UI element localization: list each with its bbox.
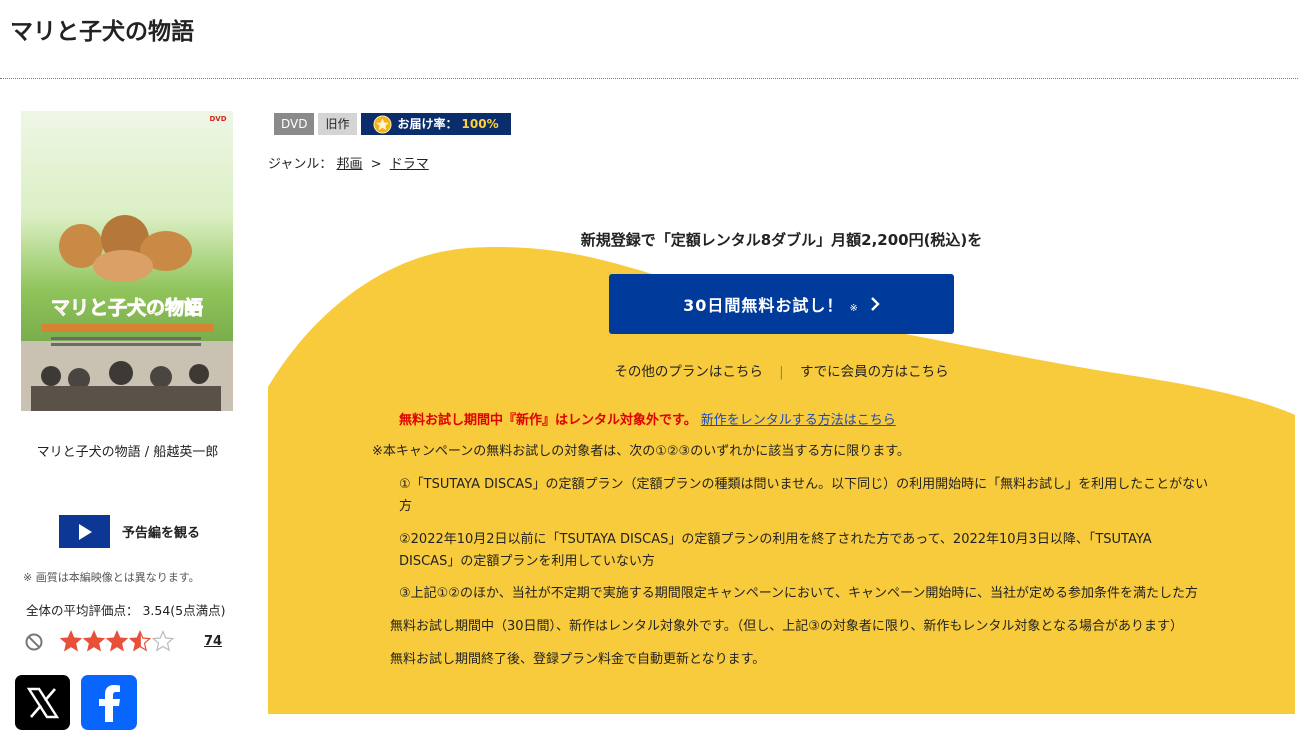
star-medal-icon xyxy=(372,114,392,134)
chevron-right-icon xyxy=(870,297,880,311)
average-rating-text: 全体の平均評価点： 3.54(5点満点) xyxy=(26,603,226,618)
page-title: マリと子犬の物語 xyxy=(10,19,194,45)
delivery-rate-value: 100% xyxy=(461,117,499,131)
facebook-share-button[interactable] xyxy=(81,675,137,730)
new-release-howto-link[interactable]: 新作をレンタルする方法はこちら xyxy=(701,413,896,428)
image-quality-note: ※ 画質は本編映像とは異なります。 xyxy=(23,571,200,584)
format-badge: DVD xyxy=(274,113,315,135)
delivery-rate-label: お届け率： xyxy=(397,117,458,131)
conditions-intro: ※本キャンペーンの無料お試しの対象者は、次の①②③のいずれかに該当する方に限りま… xyxy=(372,444,910,459)
star-icon xyxy=(60,630,82,652)
free-trial-note-mark: ※ xyxy=(849,302,858,314)
member-login-link[interactable]: すでに会員の方はこちら xyxy=(800,364,949,380)
cover-dvd-tag: DVD xyxy=(209,115,226,123)
review-count-link[interactable]: 74 xyxy=(204,634,222,649)
other-plans-link[interactable]: その他のプランはこちら xyxy=(614,364,763,380)
new-release-warning: 無料お試し期間中『新作』はレンタル対象外です。 新作をレンタルする方法はこちら xyxy=(399,409,896,428)
play-icon[interactable] xyxy=(59,515,110,548)
trailer-label[interactable]: 予告編を観る xyxy=(122,522,200,541)
trial-period-note: 無料お試し期間中（30日間）、新作はレンタル対象外です。（但し、上記③の対象者に… xyxy=(390,619,1183,634)
condition-2-line-1: ②2022年10月2日以前に「TSUTAYA DISCAS」の定額プランの利用を… xyxy=(399,532,1152,547)
cover-title-text: マリと子犬の物語 xyxy=(51,296,203,319)
star-rating xyxy=(60,630,175,652)
promo-panel: 新規登録で「定額レンタル8ダブル」月額2,200円(税込)を 30日間無料お試し… xyxy=(268,200,1295,714)
header-divider xyxy=(0,78,1298,79)
star-icon xyxy=(83,630,105,652)
condition-1-line-1: ①「TSUTAYA DISCAS」の定額プラン（定額プランの種類は問いません。以… xyxy=(399,477,1209,492)
free-trial-label: 30日間無料お試し！ xyxy=(683,296,844,315)
facebook-logo-icon xyxy=(99,684,120,722)
condition-2-line-2: DISCAS」の定額プランを利用していない方 xyxy=(399,554,655,569)
plan-links-separator: | xyxy=(779,364,784,380)
genre-separator: > xyxy=(370,157,382,172)
badge-row: DVD 旧作 お届け率： 100% xyxy=(274,113,511,135)
condition-3: ③上記①②のほか、当社が不定期で実施する期間限定キャンペーンにおいて、キャンペー… xyxy=(399,586,1198,601)
condition-1-line-2: 方 xyxy=(399,499,413,514)
star-icon xyxy=(129,630,151,652)
release-badge: 旧作 xyxy=(318,113,357,135)
star-icon xyxy=(106,630,128,652)
cover-caption: マリと子犬の物語 / 船越英一郎 xyxy=(36,445,219,460)
free-trial-button[interactable]: 30日間無料お試し！ ※ xyxy=(609,274,954,334)
x-share-button[interactable] xyxy=(15,675,70,730)
dvd-cover-image[interactable]: マリと子犬の物語 DVD xyxy=(21,111,233,411)
genre-label: ジャンル： xyxy=(268,157,333,172)
genre-link-2[interactable]: ドラマ xyxy=(390,157,429,172)
x-logo-icon xyxy=(26,687,59,718)
auto-renewal-note: 無料お試し期間終了後、登録プラン料金で自動更新となります。 xyxy=(390,652,766,667)
no-entry-icon[interactable] xyxy=(24,632,44,656)
plan-links: その他のプランはこちら | すでに会員の方はこちら xyxy=(268,360,1295,380)
star-icon xyxy=(152,630,174,652)
genre-link-1[interactable]: 邦画 xyxy=(337,157,363,172)
warning-text: 無料お試し期間中『新作』はレンタル対象外です。 xyxy=(399,413,697,428)
promo-headline: 新規登録で「定額レンタル8ダブル」月額2,200円(税込)を xyxy=(580,231,983,249)
delivery-rate-badge: お届け率： 100% xyxy=(360,113,511,135)
rating-row: 74 xyxy=(24,630,234,656)
genre-breadcrumb: ジャンル： 邦画 > ドラマ xyxy=(268,153,429,172)
trailer-button[interactable]: 予告編を観る xyxy=(59,515,200,548)
